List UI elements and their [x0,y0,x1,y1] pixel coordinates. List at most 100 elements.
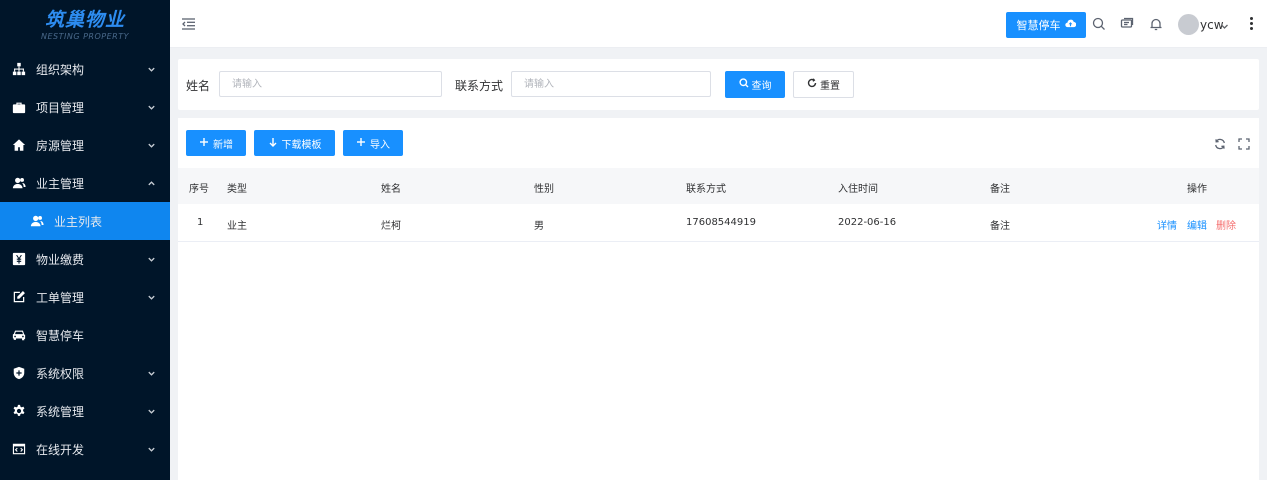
smart-parking-button-label: 智慧停车 [1016,19,1061,32]
import-button-label: 导入 [370,139,390,151]
sidebar-item-label: 项目管理 [36,100,85,115]
chevron-down-icon [146,292,156,302]
sidebar-item-payment[interactable]: 物业缴费 [0,240,170,278]
table-row[interactable]: 1 业主 烂柯 男 17608544919 2022-06-16 备注 详情 编… [178,204,1259,242]
sidebar-item-housing[interactable]: 房源管理 [0,126,170,164]
sidebar-item-label: 智慧停车 [36,328,85,343]
smart-parking-button[interactable]: 智慧停车 [1006,12,1086,38]
column-header: 入住时间 [838,184,878,195]
reset-button[interactable]: 重置 [793,71,854,98]
sidebar-item-permission[interactable]: 系统权限 [0,354,170,392]
sidebar-item-label: 系统管理 [36,404,85,419]
user-group-icon [12,176,26,190]
column-header: 序号 [189,184,209,195]
column-header: 类型 [227,184,247,195]
chevron-down-icon [146,444,156,454]
cloud-upload-icon [1064,18,1076,32]
column-header: 联系方式 [686,184,726,195]
chevron-up-icon [146,178,156,188]
add-button-label: 新增 [213,139,233,151]
chevron-down-icon [146,254,156,264]
column-header: 备注 [990,184,1010,195]
sidebar-item-devonline[interactable]: 在线开发 [0,430,170,468]
cell-gender: 男 [534,221,544,232]
home-icon [12,138,26,152]
column-header: 性别 [534,184,554,195]
sidebar-menu: 组织架构 项目管理 房源管理 业主管理 业主列表 物业缴费 工单管理 智慧停车 … [0,50,170,468]
sidebar-item-org[interactable]: 组织架构 [0,50,170,88]
sidebar-item-label: 在线开发 [36,442,85,457]
fullscreen-icon[interactable] [1238,138,1250,150]
sidebar-item-label: 业主列表 [54,214,103,229]
sidebar-item-label: 系统权限 [36,366,85,381]
org-chart-icon [12,62,26,76]
logo: 筑巢物业 NESTING PROPERTY [0,0,170,50]
sidebar-item-owner[interactable]: 业主管理 [0,164,170,202]
more-vertical-icon[interactable] [1250,17,1254,31]
search-icon [738,78,749,91]
sidebar-item-label: 房源管理 [36,138,85,153]
car-icon [12,328,26,342]
cell-type: 业主 [227,221,247,232]
menu-collapse-icon[interactable] [182,18,195,30]
sidebar-item-label: 业主管理 [36,176,85,191]
detail-link[interactable]: 详情 [1157,217,1177,232]
settings-icon [12,404,26,418]
chevron-down-icon [146,406,156,416]
contact-label: 联系方式 [455,79,504,93]
query-button-label: 查询 [751,81,772,92]
briefcase-icon [12,100,26,114]
cell-checkin-date: 2022-06-16 [838,217,897,228]
sidebar-item-label: 组织架构 [36,62,85,77]
avatar[interactable] [1178,14,1199,35]
download-template-button-label: 下载模板 [281,139,322,151]
sidebar-item-parking[interactable]: 智慧停车 [0,316,170,354]
table-panel: 新增 下载模板 导入 序号 类型 姓名 性别 联系方式 入住时间 备注 操作 1… [178,118,1259,480]
sidebar-item-label: 物业缴费 [36,252,85,267]
logo-title: 筑巢物业 [44,8,125,31]
plus-icon [356,137,366,150]
search-icon[interactable] [1092,17,1106,31]
chevron-down-icon [146,102,156,112]
query-button[interactable]: 查询 [725,71,785,98]
column-header: 姓名 [381,184,401,195]
refresh-icon [807,78,817,91]
name-input[interactable] [219,71,442,97]
logo-subtitle: NESTING PROPERTY [41,31,129,41]
search-form: 姓名 联系方式 查询 重置 [178,59,1259,110]
sidebar: 筑巢物业 NESTING PROPERTY 组织架构 项目管理 房源管理 业主管… [0,0,170,480]
top-header: 智慧停车 ycw [170,0,1267,48]
sidebar-item-owner-list[interactable]: 业主列表 [0,202,170,240]
sidebar-item-label: 工单管理 [36,290,85,305]
user-group-icon [30,214,44,228]
import-button[interactable]: 导入 [343,130,403,156]
sidebar-item-project[interactable]: 项目管理 [0,88,170,126]
code-window-icon [12,442,26,456]
bell-icon[interactable] [1149,17,1163,31]
cell-remark: 备注 [990,221,1010,232]
chevron-down-icon[interactable] [1220,20,1229,29]
edit-document-icon [12,290,26,304]
message-icon[interactable] [1120,17,1134,31]
sidebar-item-workorder[interactable]: 工单管理 [0,278,170,316]
shield-icon [12,366,26,380]
cell-contact: 17608544919 [686,217,756,228]
table-header: 序号 类型 姓名 性别 联系方式 入住时间 备注 操作 [178,168,1259,204]
refresh-icon[interactable] [1214,138,1226,150]
name-label: 姓名 [186,79,211,93]
download-template-button[interactable]: 下载模板 [254,130,335,156]
reset-button-label: 重置 [820,81,840,92]
contact-input[interactable] [511,71,711,97]
edit-link[interactable]: 编辑 [1187,217,1207,232]
delete-link[interactable]: 删除 [1216,217,1236,232]
yuan-icon [12,252,26,266]
cell-index: 1 [197,217,204,228]
cell-name: 烂柯 [381,221,401,232]
add-button[interactable]: 新增 [186,130,246,156]
plus-icon [199,137,209,150]
column-header: 操作 [1187,184,1207,195]
chevron-down-icon [146,140,156,150]
sidebar-item-system[interactable]: 系统管理 [0,392,170,430]
arrow-down-icon [268,137,278,150]
chevron-down-icon [146,64,156,74]
